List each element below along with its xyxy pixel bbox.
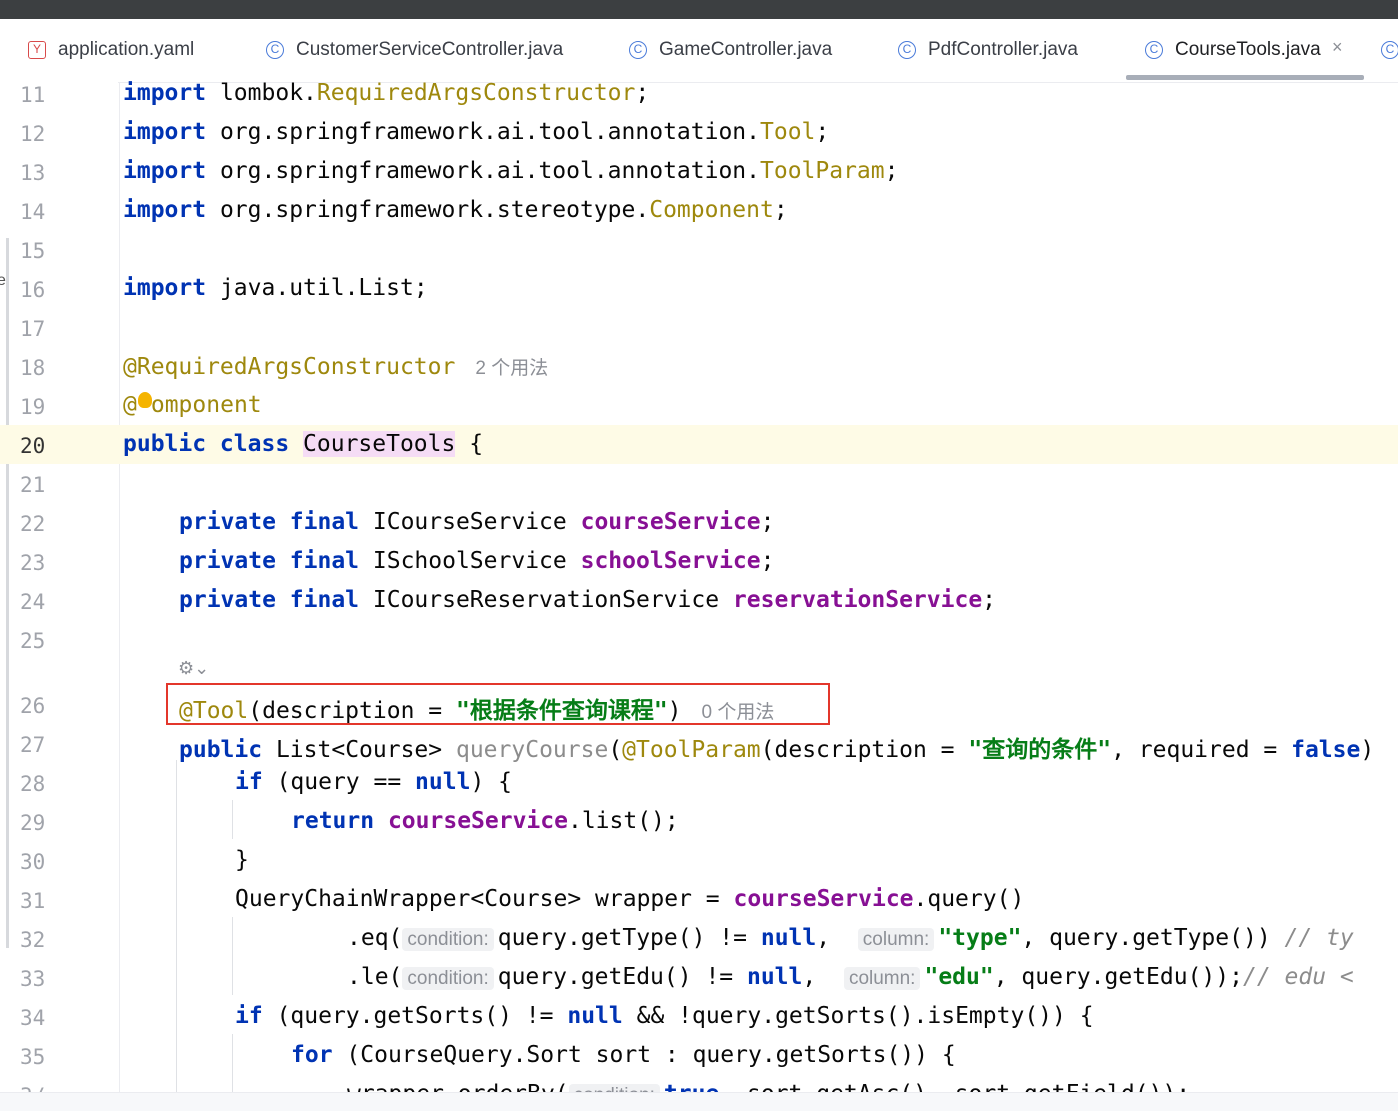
code-line[interactable]: 28 if (query == null) { xyxy=(0,763,1398,802)
code-text: if (query == null) { xyxy=(235,769,512,795)
code-line[interactable]: 18 @RequiredArgsConstructor 2 个用法 xyxy=(0,347,1398,386)
line-number: 32 xyxy=(20,928,46,952)
code-line[interactable]: 29 return courseService.list(); xyxy=(0,802,1398,841)
line-number: 17 xyxy=(20,317,46,341)
code-line[interactable]: 32 .eq(condition: query.getType() != null… xyxy=(0,919,1398,958)
code-line[interactable]: 33 .le(condition: query.getEdu() != null,… xyxy=(0,958,1398,997)
code-line[interactable]: 11 import lombok.RequiredArgsConstructor… xyxy=(0,74,1398,113)
lightbulb-icon[interactable] xyxy=(138,392,152,408)
code-text: @RequiredArgsConstructor 2 个用法 xyxy=(123,354,549,380)
code-text: wrapper.orderBy(condition:true, sort.get… xyxy=(347,1081,1190,1092)
code-text: import org.springframework.ai.tool.annot… xyxy=(123,119,830,145)
line-number: 35 xyxy=(20,1045,46,1069)
usage-hint[interactable]: 2 个用法 xyxy=(475,358,548,379)
line-number: 14 xyxy=(20,200,46,224)
close-icon[interactable]: × xyxy=(1332,37,1343,58)
line-number: 30 xyxy=(20,850,46,874)
code-line[interactable]: 35 for (CourseQuery.Sort sort : query.ge… xyxy=(0,1036,1398,1075)
code-line[interactable]: 19 @ omponent xyxy=(0,386,1398,425)
java-class-icon: C xyxy=(629,41,647,59)
code-line[interactable]: 34 if (query.getSorts() != null && !quer… xyxy=(0,997,1398,1036)
line-number: 13 xyxy=(20,161,46,185)
code-text: .le(condition: query.getEdu() != null, co… xyxy=(347,964,1354,990)
code-line[interactable]: 13 import org.springframework.ai.tool.an… xyxy=(0,152,1398,191)
code-text: private final ISchoolService schoolServi… xyxy=(179,548,775,574)
java-class-icon: C xyxy=(1381,41,1398,59)
tab-label: GameController.java xyxy=(659,39,833,60)
java-class-icon: C xyxy=(898,41,916,59)
highlight-box xyxy=(166,683,830,725)
parameter-hint: condition: xyxy=(402,928,494,951)
code-line[interactable]: 21 xyxy=(0,464,1398,503)
code-text: for (CourseQuery.Sort sort : query.getSo… xyxy=(291,1042,956,1068)
code-line[interactable]: 31 QueryChainWrapper<Course> wrapper = c… xyxy=(0,880,1398,919)
line-number: 24 xyxy=(20,590,46,614)
code-line[interactable]: 27 public List<Course> queryCourse(@Tool… xyxy=(0,724,1398,763)
tab-label: PdfController.java xyxy=(928,39,1078,60)
line-number: 20 xyxy=(20,434,46,458)
line-number: 21 xyxy=(20,473,46,497)
line-number: 3/ xyxy=(20,1084,80,1092)
code-line[interactable]: 25 xyxy=(0,620,1398,659)
code-line-current[interactable]: 20 public class CourseTools { xyxy=(0,425,1398,464)
yaml-file-icon: Y xyxy=(28,41,46,59)
parameter-hint: condition: xyxy=(402,967,494,990)
line-number: 33 xyxy=(20,967,46,991)
horizontal-scrollbar[interactable] xyxy=(0,1092,1398,1111)
line-number: 16 xyxy=(20,278,46,302)
line-number: 31 xyxy=(20,889,46,913)
code-text: public class CourseTools { xyxy=(123,431,484,457)
tab-label: CustomerServiceController.java xyxy=(296,39,564,60)
code-text: if (query.getSorts() != null && !query.g… xyxy=(235,1003,1094,1029)
code-line[interactable]: 22 private final ICourseService courseSe… xyxy=(0,503,1398,542)
code-text: public List<Course> queryCourse(@ToolPar… xyxy=(179,737,1375,763)
code-text: return courseService.list(); xyxy=(291,808,679,834)
parameter-hint: column: xyxy=(843,967,921,990)
java-class-icon: C xyxy=(266,41,284,59)
line-number: 15 xyxy=(20,239,46,263)
code-text: import org.springframework.ai.tool.annot… xyxy=(123,158,899,184)
code-text: import lombok.RequiredArgsConstructor; xyxy=(123,80,650,106)
code-text: } xyxy=(235,847,249,873)
line-number: 29 xyxy=(20,811,46,835)
tab-label: application.yaml xyxy=(58,39,195,60)
line-number: 28 xyxy=(20,772,46,796)
code-line[interactable]: 17 xyxy=(0,308,1398,347)
line-number: 25 xyxy=(20,629,46,653)
code-line[interactable]: 16 import java.util.List; xyxy=(0,269,1398,308)
ai-assistant-icon[interactable]: ⚙⌄ xyxy=(178,658,209,679)
code-line[interactable]: 12 import org.springframework.ai.tool.an… xyxy=(0,113,1398,152)
line-number: 12 xyxy=(20,122,46,146)
code-text: import org.springframework.stereotype.Co… xyxy=(123,197,788,223)
code-text: import java.util.List; xyxy=(123,275,428,301)
tab-label: CourseTools.java xyxy=(1175,39,1321,60)
line-number: 19 xyxy=(20,395,46,419)
code-text: private final ICourseService courseServi… xyxy=(179,509,775,535)
line-number: 26 xyxy=(20,694,46,718)
parameter-hint: column: xyxy=(857,928,935,951)
java-class-icon: C xyxy=(1145,41,1163,59)
line-number: 23 xyxy=(20,551,46,575)
code-line[interactable]: 3/ wrapper.orderBy(condition:true, sort.… xyxy=(0,1075,1398,1092)
code-text: private final ICourseReservationService … xyxy=(179,587,997,613)
code-line[interactable]: 24 private final ICourseReservationServi… xyxy=(0,581,1398,620)
code-text: QueryChainWrapper<Course> wrapper = cour… xyxy=(235,886,1025,912)
line-number: 34 xyxy=(20,1006,46,1030)
code-text: .eq(condition: query.getType() != null, c… xyxy=(347,925,1354,951)
line-number: 22 xyxy=(20,512,46,536)
code-line[interactable]: 23 private final ISchoolService schoolSe… xyxy=(0,542,1398,581)
code-line[interactable]: 15 xyxy=(0,230,1398,269)
window-title-bar xyxy=(0,0,1398,19)
code-line[interactable]: 30 } xyxy=(0,841,1398,880)
line-number: 11 xyxy=(20,83,46,107)
parameter-hint: condition: xyxy=(568,1084,660,1092)
line-number: 27 xyxy=(20,733,46,757)
line-number: 18 xyxy=(20,356,46,380)
code-line[interactable]: 14 import org.springframework.stereotype… xyxy=(0,191,1398,230)
